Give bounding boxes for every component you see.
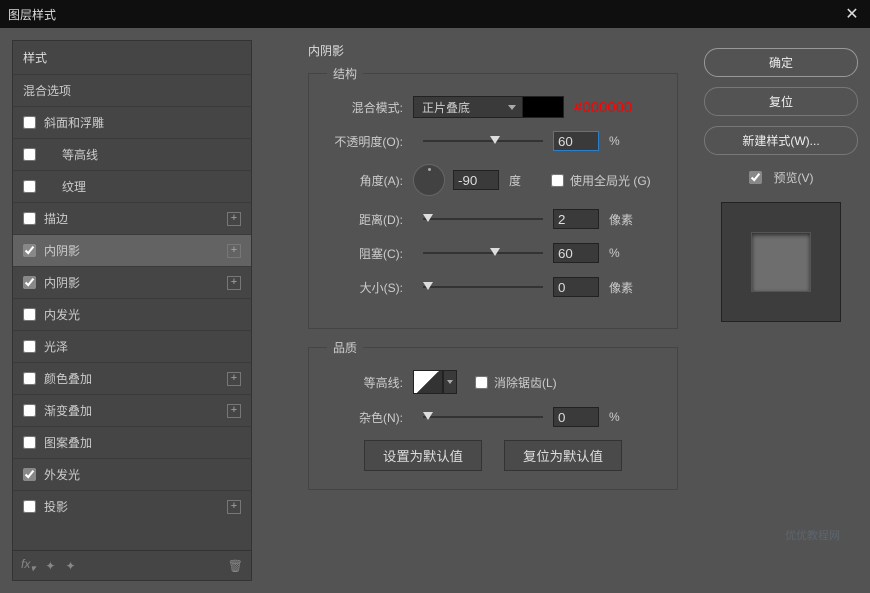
- preview-label: 预览(V): [774, 169, 814, 186]
- plus-icon[interactable]: +: [227, 404, 241, 418]
- sidebar-item-gradient-overlay[interactable]: 渐变叠加 +: [13, 394, 251, 426]
- sidebar-item-inner-shadow-1[interactable]: 内阴影 +: [13, 234, 251, 266]
- checkbox[interactable]: [23, 212, 36, 225]
- checkbox[interactable]: [23, 372, 36, 385]
- hex-annotation: #000000: [574, 99, 632, 116]
- antialias-checkbox[interactable]: [475, 376, 488, 389]
- angle-label: 角度(A):: [327, 172, 413, 189]
- opacity-label: 不透明度(O):: [327, 133, 413, 150]
- size-label: 大小(S):: [327, 279, 413, 296]
- checkbox[interactable]: [23, 340, 36, 353]
- opacity-input[interactable]: [553, 131, 599, 151]
- settings-panel: 内阴影 结构 混合模式: 正片叠底 #000000 不透明度(O): % 角度(…: [290, 40, 696, 581]
- style-sidebar: 样式 混合选项 斜面和浮雕 等高线 纹理 描边: [12, 40, 252, 581]
- choke-input[interactable]: [553, 243, 599, 263]
- sidebar-item-satin[interactable]: 光泽: [13, 330, 251, 362]
- contour-dropdown[interactable]: [443, 370, 457, 394]
- close-icon[interactable]: ✕: [842, 4, 862, 24]
- quality-group: 品质 等高线: 消除锯齿(L) 杂色(N): % 设置为默认值 复位为默认值: [308, 339, 678, 490]
- plus-icon[interactable]: +: [227, 500, 241, 514]
- blend-mode-label: 混合模式:: [327, 99, 413, 116]
- global-light-label: 使用全局光 (G): [570, 172, 651, 189]
- noise-label: 杂色(N):: [327, 409, 413, 426]
- sidebar-footer: fx▾ ✦ ✦ 🗑: [13, 550, 251, 580]
- distance-label: 距离(D):: [327, 211, 413, 228]
- fx-icon[interactable]: fx▾: [21, 557, 35, 574]
- structure-group: 结构 混合模式: 正片叠底 #000000 不透明度(O): % 角度(A):: [308, 65, 678, 329]
- structure-legend: 结构: [327, 65, 363, 82]
- blend-mode-dropdown[interactable]: 正片叠底: [413, 96, 523, 118]
- sidebar-item-bevel[interactable]: 斜面和浮雕: [13, 106, 251, 138]
- checkbox[interactable]: [23, 500, 36, 513]
- color-swatch[interactable]: [522, 96, 564, 118]
- noise-slider[interactable]: [423, 416, 543, 418]
- opacity-slider[interactable]: [423, 140, 543, 142]
- size-slider[interactable]: [423, 286, 543, 288]
- checkbox[interactable]: [23, 468, 36, 481]
- preview-box: [721, 202, 841, 322]
- size-input[interactable]: [553, 277, 599, 297]
- checkbox[interactable]: [23, 308, 36, 321]
- checkbox[interactable]: [23, 116, 36, 129]
- checkbox[interactable]: [23, 244, 36, 257]
- sidebar-item-color-overlay[interactable]: 颜色叠加 +: [13, 362, 251, 394]
- arrow-up-icon[interactable]: ✦: [45, 559, 55, 573]
- sidebar-item-pattern-overlay[interactable]: 图案叠加: [13, 426, 251, 458]
- checkbox[interactable]: [23, 148, 36, 161]
- arrow-down-icon[interactable]: ✦: [65, 559, 75, 573]
- plus-icon[interactable]: +: [227, 276, 241, 290]
- plus-icon[interactable]: +: [227, 212, 241, 226]
- preview-swatch: [751, 232, 811, 292]
- checkbox[interactable]: [23, 436, 36, 449]
- sidebar-item-texture[interactable]: 纹理: [13, 170, 251, 202]
- panel-title: 内阴影: [308, 42, 678, 59]
- sidebar-item-contour[interactable]: 等高线: [13, 138, 251, 170]
- ok-button[interactable]: 确定: [704, 48, 858, 77]
- title-bar: 图层样式 ✕: [0, 0, 870, 28]
- watermark: 优优教程网: [785, 527, 840, 543]
- sidebar-item-drop-shadow[interactable]: 投影 +: [13, 490, 251, 522]
- checkbox[interactable]: [23, 180, 36, 193]
- reset-default-button[interactable]: 复位为默认值: [504, 440, 622, 471]
- contour-swatch[interactable]: [413, 370, 443, 394]
- checkbox[interactable]: [23, 276, 36, 289]
- sidebar-item-outer-glow[interactable]: 外发光: [13, 458, 251, 490]
- sidebar-item-stroke[interactable]: 描边 +: [13, 202, 251, 234]
- sidebar-item-inner-glow[interactable]: 内发光: [13, 298, 251, 330]
- sidebar-blend-options[interactable]: 混合选项: [13, 74, 251, 106]
- distance-input[interactable]: [553, 209, 599, 229]
- antialias-label: 消除锯齿(L): [494, 374, 557, 391]
- dialog-title: 图层样式: [8, 6, 56, 23]
- contour-label: 等高线:: [327, 374, 413, 391]
- choke-slider[interactable]: [423, 252, 543, 254]
- sidebar-header[interactable]: 样式: [13, 41, 251, 74]
- cancel-button[interactable]: 复位: [704, 87, 858, 116]
- action-panel: 确定 复位 新建样式(W)... 预览(V): [704, 40, 858, 581]
- noise-input[interactable]: [553, 407, 599, 427]
- angle-dial[interactable]: [413, 164, 445, 196]
- choke-label: 阻塞(C):: [327, 245, 413, 262]
- plus-icon[interactable]: +: [227, 244, 241, 258]
- distance-slider[interactable]: [423, 218, 543, 220]
- new-style-button[interactable]: 新建样式(W)...: [704, 126, 858, 155]
- make-default-button[interactable]: 设置为默认值: [364, 440, 482, 471]
- quality-legend: 品质: [327, 339, 363, 356]
- angle-input[interactable]: [453, 170, 499, 190]
- checkbox[interactable]: [23, 404, 36, 417]
- plus-icon[interactable]: +: [227, 372, 241, 386]
- global-light-checkbox[interactable]: [551, 174, 564, 187]
- trash-icon[interactable]: 🗑: [228, 559, 243, 573]
- sidebar-item-inner-shadow-2[interactable]: 内阴影 +: [13, 266, 251, 298]
- preview-checkbox[interactable]: [749, 171, 762, 184]
